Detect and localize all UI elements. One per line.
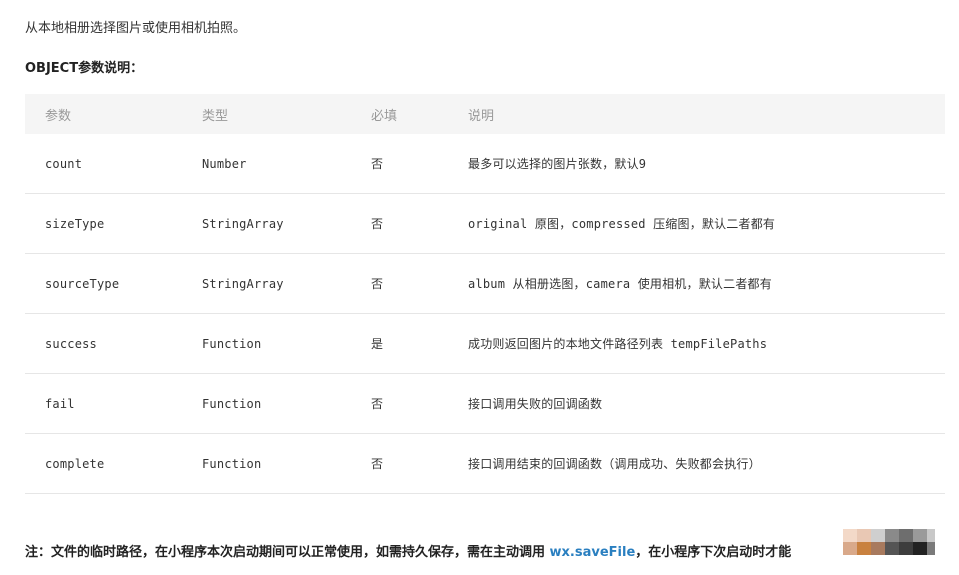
param-description: 最多可以选择的图片张数，默认9 (448, 134, 945, 194)
param-name: sizeType (25, 193, 182, 254)
table-row: fail Function 否 接口调用失败的回调函数 (25, 373, 945, 434)
temp-path-note: 注：文件的临时路径，在小程序本次启动期间可以正常使用，如需持久保存，需在主动调用… (25, 541, 791, 560)
param-type: Function (182, 373, 351, 434)
note-suffix: ，在小程序下次启动时才能 (635, 545, 792, 560)
object-params-heading: OBJECT参数说明： (25, 61, 144, 76)
table-row: sizeType StringArray 否 original 原图，compr… (25, 193, 945, 254)
params-table: 参数 类型 必填 说明 count Number 否 最多可以选择的图片张数，默… (25, 94, 945, 494)
param-name: count (25, 134, 182, 194)
param-type: StringArray (182, 253, 351, 314)
param-description: album 从相册选图，camera 使用相机，默认二者都有 (448, 253, 945, 314)
savefile-link[interactable]: wx.saveFile (550, 545, 636, 560)
header-type: 类型 (182, 94, 351, 134)
param-description: 接口调用失败的回调函数 (448, 373, 945, 434)
param-type: Function (182, 433, 351, 494)
table-row: count Number 否 最多可以选择的图片张数，默认9 (25, 134, 945, 194)
param-type: Function (182, 313, 351, 374)
param-name: fail (25, 373, 182, 434)
param-name: success (25, 313, 182, 374)
intro-text: 从本地相册选择图片或使用相机拍照。 (25, 21, 247, 36)
param-required: 否 (351, 433, 448, 494)
param-description: 接口调用结束的回调函数（调用成功、失败都会执行） (448, 433, 945, 494)
table-header-row: 参数 类型 必填 说明 (25, 94, 945, 134)
param-required: 否 (351, 253, 448, 314)
param-name: complete (25, 433, 182, 494)
param-required: 否 (351, 134, 448, 194)
param-name: sourceType (25, 253, 182, 314)
note-prefix: 注：文件的临时路径，在小程序本次启动期间可以正常使用，如需持久保存，需在主动调用 (25, 545, 550, 560)
header-required: 必填 (351, 94, 448, 134)
param-description: original 原图，compressed 压缩图，默认二者都有 (448, 193, 945, 254)
table-row: complete Function 否 接口调用结束的回调函数（调用成功、失败都… (25, 433, 945, 494)
watermark-overlay (843, 529, 935, 555)
param-required: 否 (351, 193, 448, 254)
param-required: 是 (351, 313, 448, 374)
header-description: 说明 (448, 94, 945, 134)
param-type: Number (182, 134, 351, 194)
table-row: success Function 是 成功则返回图片的本地文件路径列表 temp… (25, 313, 945, 374)
param-description: 成功则返回图片的本地文件路径列表 tempFilePaths (448, 313, 945, 374)
table-row: sourceType StringArray 否 album 从相册选图，cam… (25, 253, 945, 314)
header-param: 参数 (25, 94, 182, 134)
param-required: 否 (351, 373, 448, 434)
param-type: StringArray (182, 193, 351, 254)
